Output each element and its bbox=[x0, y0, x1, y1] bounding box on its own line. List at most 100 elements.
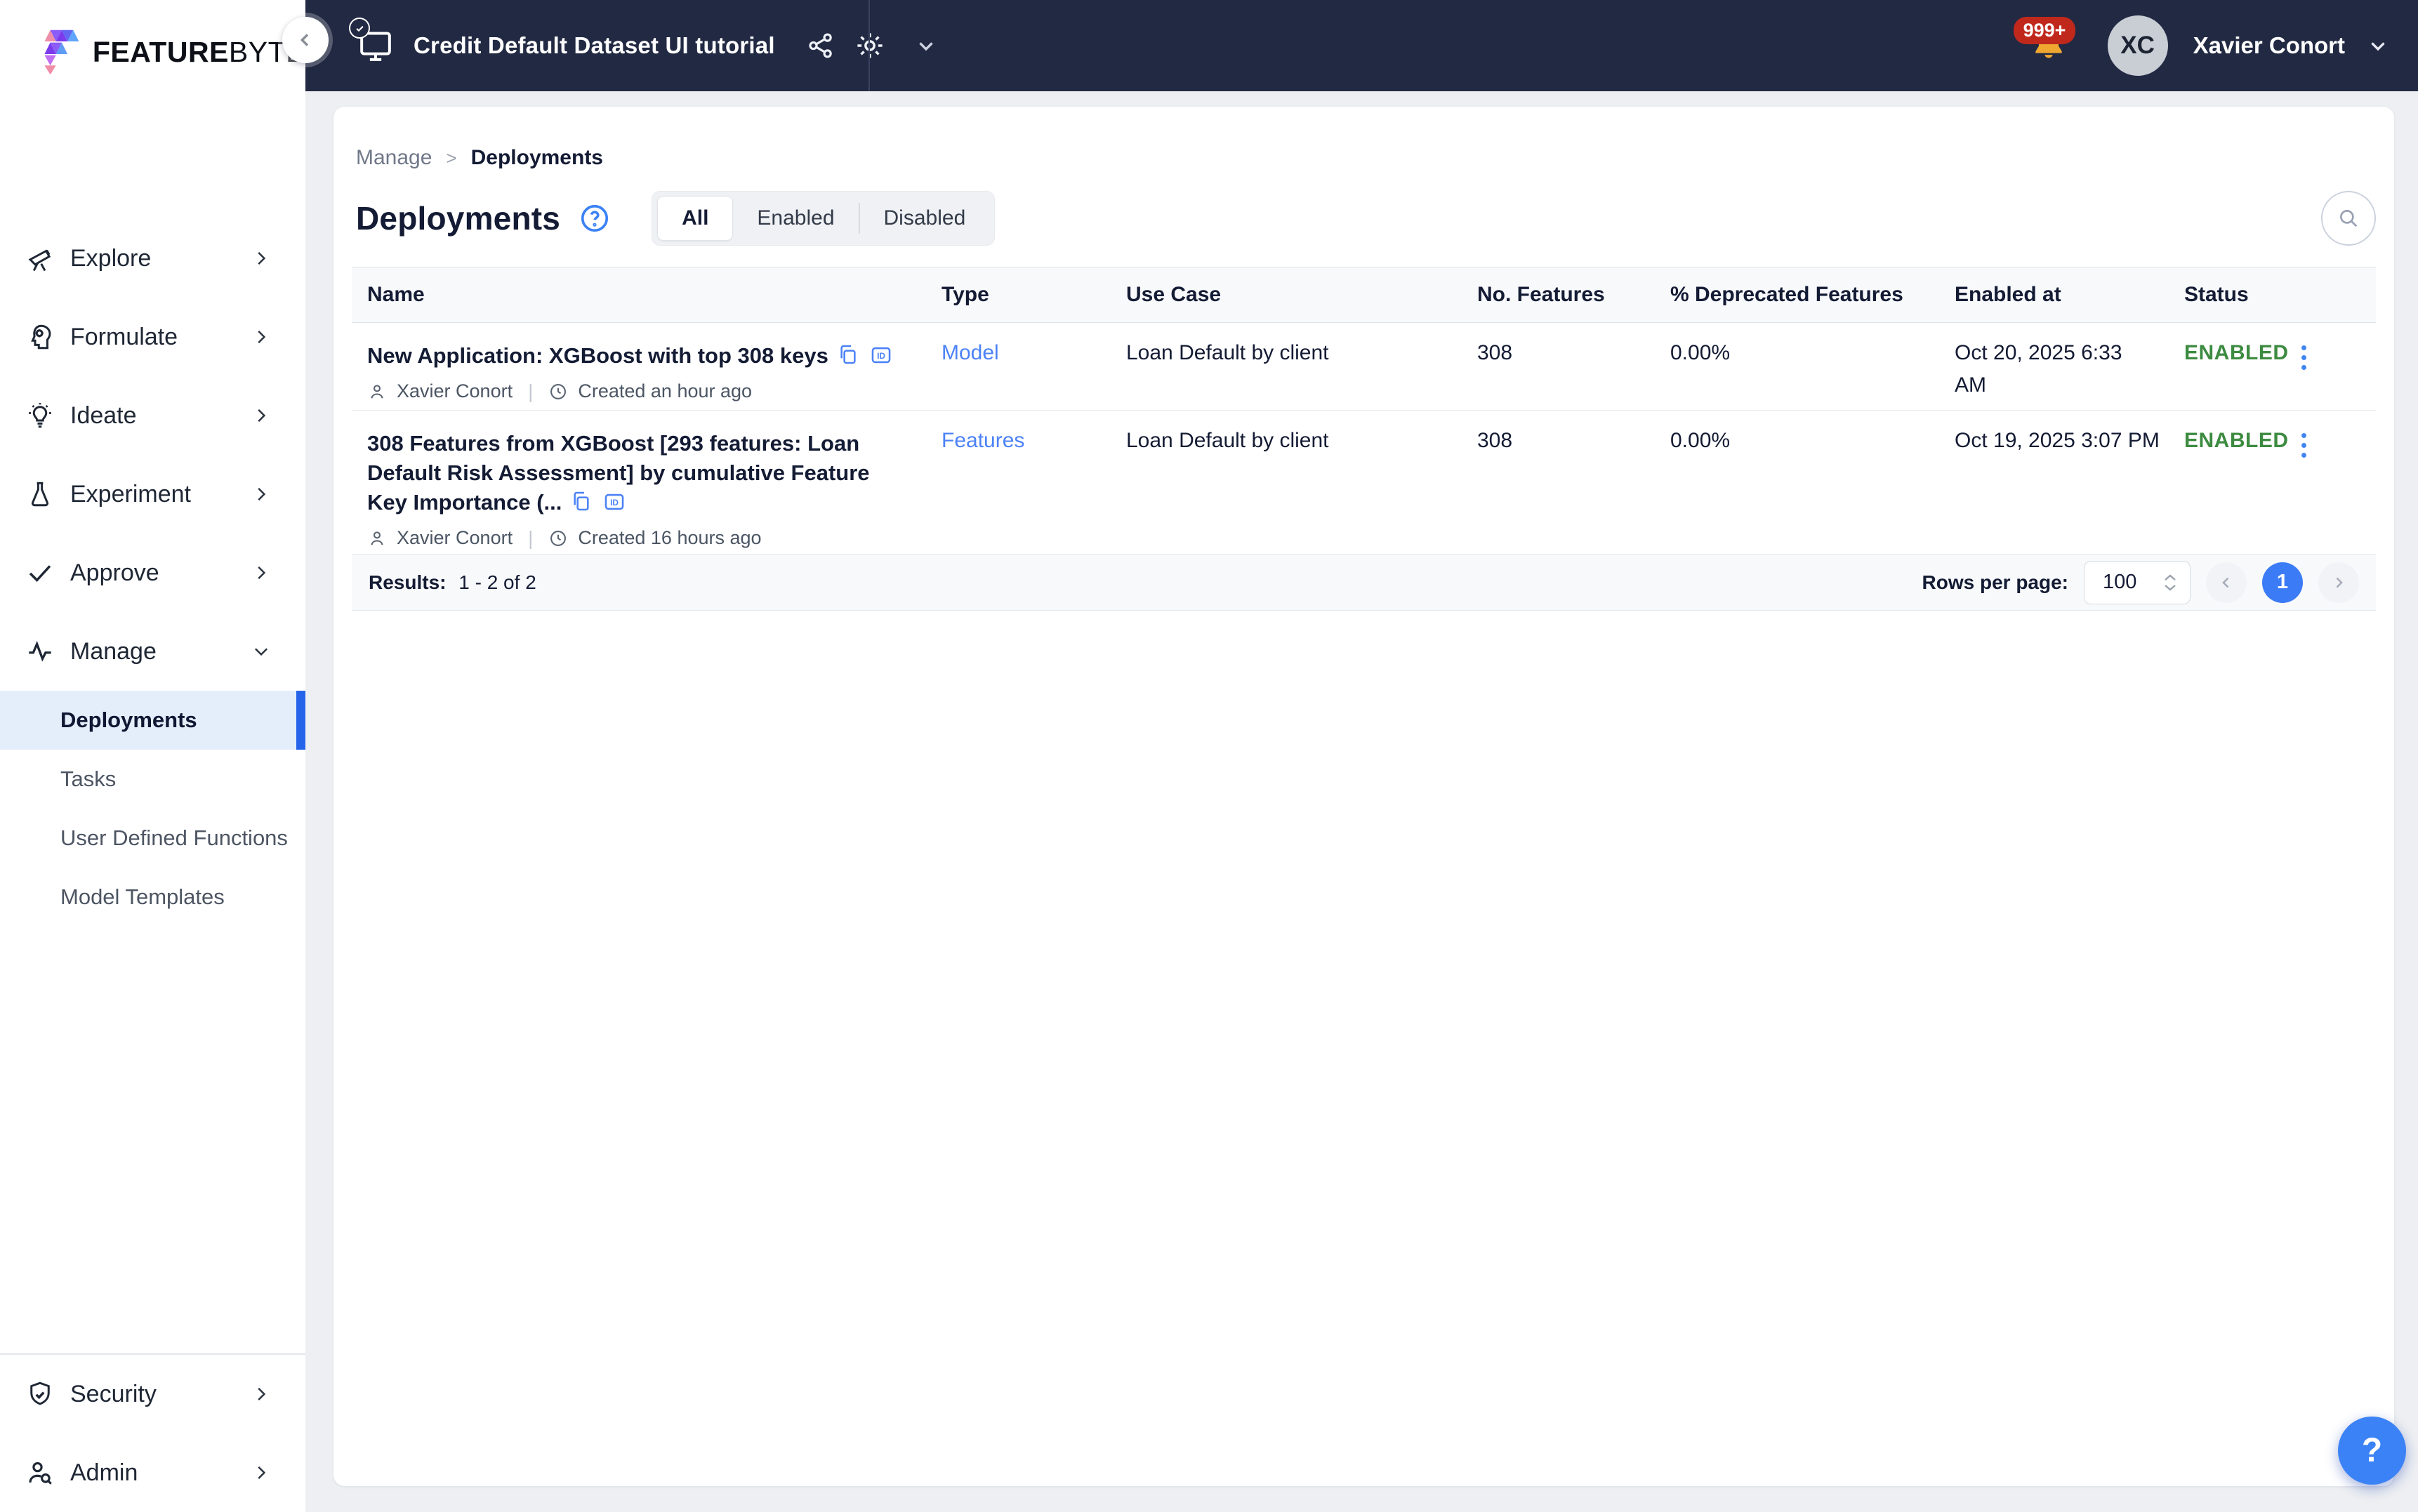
head-gear-icon bbox=[25, 322, 55, 352]
column-header-no-features: No. Features bbox=[1477, 283, 1605, 306]
sidebar-item-admin[interactable]: Admin bbox=[0, 1433, 305, 1512]
sidebar-item-approve[interactable]: Approve bbox=[0, 533, 305, 612]
sidebar-item-manage[interactable]: Manage bbox=[0, 612, 305, 691]
sidebar-item-security[interactable]: Security bbox=[0, 1355, 305, 1433]
type-link[interactable]: Features bbox=[942, 429, 1024, 452]
sidebar-item-user-defined-functions[interactable]: User Defined Functions bbox=[0, 809, 305, 868]
sidebar-collapse-button[interactable] bbox=[282, 17, 329, 63]
chevron-right-icon bbox=[251, 248, 272, 269]
notification-count-badge: 999+ bbox=[2013, 17, 2076, 44]
row-created: Created 16 hours ago bbox=[578, 527, 762, 549]
table-header-row: Name Type Use Case No. Features % Deprec… bbox=[352, 267, 2376, 323]
sidebar-item-experiment[interactable]: Experiment bbox=[0, 455, 305, 533]
sidebar: FEATUREBYTE Explore Formulate Ideate Exp… bbox=[0, 0, 305, 1512]
copy-icon[interactable] bbox=[837, 343, 859, 367]
row-use-case: Loan Default by client bbox=[1126, 341, 1329, 364]
user-name[interactable]: Xavier Conort bbox=[2193, 32, 2345, 59]
user-icon bbox=[371, 531, 383, 545]
table-footer: Results: 1 - 2 of 2 Rows per page: 100 1 bbox=[352, 555, 2376, 611]
tab-enabled[interactable]: Enabled bbox=[733, 196, 858, 241]
featurebyte-logo-mark bbox=[44, 29, 79, 75]
breadcrumb-separator: > bbox=[446, 147, 457, 168]
row-owner: Xavier Conort bbox=[397, 527, 513, 549]
featurebyte-logo: FEATUREBYTE bbox=[0, 0, 305, 86]
row-created: Created an hour ago bbox=[578, 380, 753, 402]
telescope-icon bbox=[25, 244, 55, 273]
search-button[interactable] bbox=[2321, 191, 2376, 246]
user-search-icon bbox=[25, 1458, 55, 1487]
help-circle-icon[interactable] bbox=[579, 202, 611, 234]
type-link[interactable]: Model bbox=[942, 341, 999, 364]
row-actions-kebab-icon[interactable] bbox=[2299, 341, 2309, 374]
sidebar-item-formulate[interactable]: Formulate bbox=[0, 298, 305, 376]
chevron-right-icon bbox=[251, 562, 272, 583]
top-bar: Credit Default Dataset UI tutorial 999+ … bbox=[305, 0, 2418, 91]
row-deprecated: 0.00% bbox=[1670, 341, 1731, 364]
row-enabled-at: Oct 20, 2025 6:33 AM bbox=[1955, 341, 2122, 397]
next-page-button[interactable] bbox=[2318, 562, 2359, 603]
notifications-bell-icon[interactable]: 999+ bbox=[2013, 17, 2076, 69]
deployments-page-card: Manage > Deployments Deployments All Ena… bbox=[333, 107, 2394, 1486]
chevron-right-icon bbox=[251, 484, 272, 505]
user-menu-chevron-down-icon[interactable] bbox=[2366, 34, 2390, 58]
deployments-table: Name Type Use Case No. Features % Deprec… bbox=[352, 267, 2376, 611]
chevron-right-icon bbox=[251, 405, 272, 426]
chevron-right-icon bbox=[251, 1384, 272, 1405]
copy-id-icon[interactable]: ID bbox=[869, 343, 893, 367]
row-actions-kebab-icon[interactable] bbox=[2299, 429, 2309, 462]
tab-all[interactable]: All bbox=[657, 196, 734, 241]
sidebar-item-explore[interactable]: Explore bbox=[0, 219, 305, 298]
column-header-status: Status bbox=[2184, 283, 2249, 306]
breadcrumb-manage[interactable]: Manage bbox=[356, 146, 432, 170]
previous-page-button[interactable] bbox=[2206, 562, 2247, 603]
tab-disabled[interactable]: Disabled bbox=[860, 196, 990, 241]
deployment-name-link[interactable]: New Application: XGBoost with top 308 ke… bbox=[367, 343, 828, 368]
status-badge: ENABLED bbox=[2184, 341, 2289, 364]
page-title: Deployments bbox=[356, 200, 561, 237]
column-header-deprecated: % Deprecated Features bbox=[1670, 283, 1903, 306]
avatar[interactable]: XC bbox=[2107, 15, 2168, 76]
clock-icon bbox=[550, 383, 567, 399]
copy-icon[interactable] bbox=[570, 490, 593, 514]
user-icon bbox=[371, 385, 383, 399]
table-row: 308 Features from XGBoost [293 features:… bbox=[352, 411, 2376, 555]
row-owner: Xavier Conort bbox=[397, 380, 513, 402]
sidebar-item-deployments[interactable]: Deployments bbox=[0, 691, 305, 750]
column-header-name: Name bbox=[367, 283, 425, 306]
column-header-enabled-at: Enabled at bbox=[1955, 283, 2061, 306]
table-row: New Application: XGBoost with top 308 ke… bbox=[352, 323, 2376, 411]
status-filter-tabs: All Enabled Disabled bbox=[652, 191, 996, 246]
row-no-features: 308 bbox=[1477, 429, 1513, 452]
svg-text:ID: ID bbox=[877, 351, 885, 361]
lightbulb-icon bbox=[25, 401, 55, 430]
topbar-divider bbox=[868, 0, 870, 91]
sidebar-item-ideate[interactable]: Ideate bbox=[0, 376, 305, 455]
activity-pulse-icon bbox=[25, 637, 55, 666]
svg-text:ID: ID bbox=[610, 498, 619, 508]
sidebar-item-model-templates[interactable]: Model Templates bbox=[0, 868, 305, 927]
rows-per-page-select[interactable]: 100 bbox=[2084, 560, 2191, 604]
row-no-features: 308 bbox=[1477, 341, 1513, 364]
chevron-down-icon bbox=[251, 641, 272, 662]
breadcrumb: Manage > Deployments bbox=[356, 146, 2376, 170]
help-fab-button[interactable]: ? bbox=[2338, 1417, 2406, 1485]
search-icon bbox=[2340, 210, 2358, 227]
project-title[interactable]: Credit Default Dataset UI tutorial bbox=[414, 32, 775, 59]
sidebar-item-tasks[interactable]: Tasks bbox=[0, 750, 305, 809]
clock-icon bbox=[550, 530, 567, 546]
row-deprecated: 0.00% bbox=[1670, 429, 1731, 452]
page-number-button[interactable]: 1 bbox=[2262, 562, 2303, 603]
results-count: Results: 1 - 2 of 2 bbox=[369, 571, 536, 593]
column-header-type: Type bbox=[942, 283, 989, 306]
breadcrumb-deployments: Deployments bbox=[470, 146, 603, 169]
row-use-case: Loan Default by client bbox=[1126, 429, 1329, 452]
project-chevron-down-icon[interactable] bbox=[914, 34, 938, 58]
chevron-right-icon bbox=[251, 1462, 272, 1483]
deployment-monitor-icon bbox=[349, 18, 395, 65]
project-selector[interactable]: Credit Default Dataset UI tutorial bbox=[349, 18, 938, 65]
copy-id-icon[interactable]: ID bbox=[602, 490, 626, 514]
share-icon[interactable] bbox=[806, 31, 835, 60]
column-header-use-case: Use Case bbox=[1126, 283, 1222, 306]
rows-per-page-label: Rows per page: bbox=[1922, 571, 2068, 593]
shield-check-icon bbox=[25, 1379, 55, 1409]
